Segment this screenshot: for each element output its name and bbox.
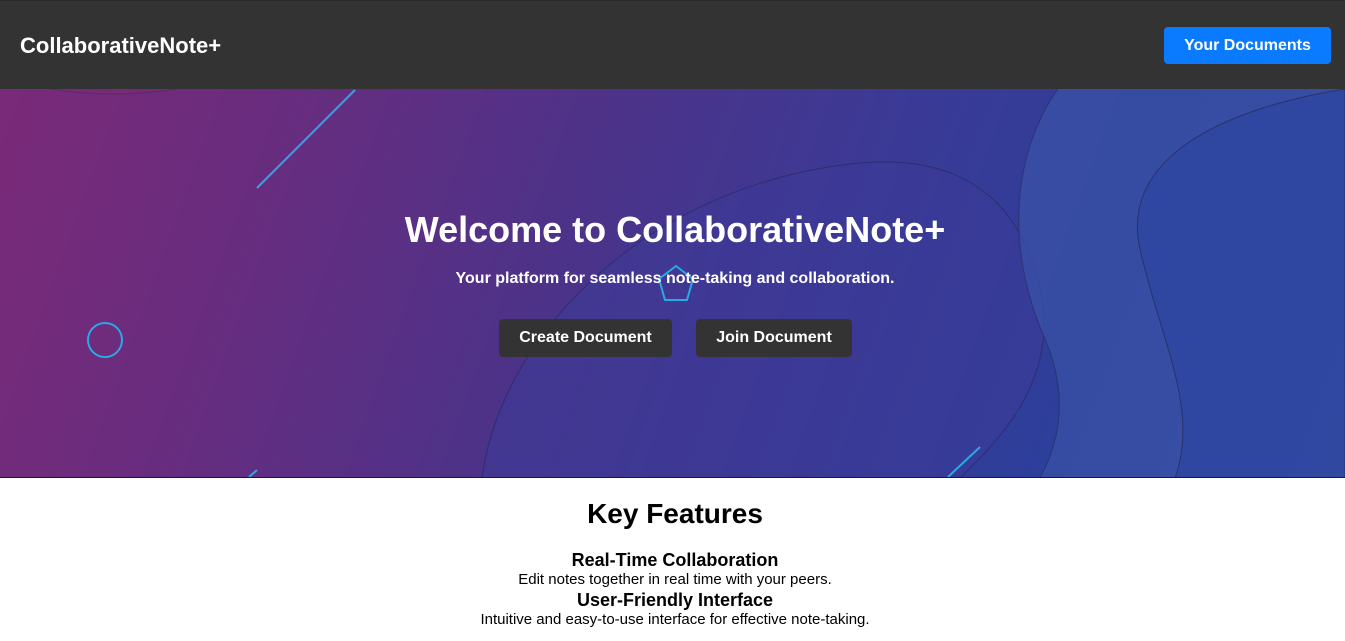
feature-title: Real-Time Collaboration	[571, 550, 779, 570]
hero-subtitle: Your platform for seamless note-taking a…	[455, 270, 895, 287]
hero-decor-circle	[87, 322, 123, 358]
your-documents-button[interactable]: Your Documents	[1164, 27, 1331, 64]
create-document-button[interactable]: Create Document	[499, 319, 672, 357]
top-navbar: CollaborativeNote+ Your Documents	[0, 0, 1345, 89]
features-title: Key Features	[587, 498, 763, 529]
features-section: Key Features Real-Time Collaboration Edi…	[0, 478, 1345, 641]
feature-title: User-Friendly Interface	[576, 590, 774, 610]
feature-description: Edit notes together in real time with yo…	[518, 571, 832, 588]
brand-logo-text[interactable]: CollaborativeNote+	[20, 32, 221, 60]
hero-blob-top-left	[48, 89, 179, 95]
join-document-button[interactable]: Join Document	[696, 319, 852, 357]
hero-title: Welcome to CollaborativeNote+	[404, 209, 946, 250]
feature-item-user-friendly-interface: User-Friendly Interface Intuitive and ea…	[0, 590, 1345, 629]
hero-decor-line-top	[256, 89, 356, 189]
feature-item-real-time-collaboration: Real-Time Collaboration Edit notes toget…	[0, 550, 1345, 589]
hero-decor-line-bottom-left	[248, 469, 258, 477]
feature-description: Intuitive and easy-to-use interface for …	[480, 611, 870, 628]
hero-section: Welcome to CollaborativeNote+ Your platf…	[0, 89, 1345, 478]
